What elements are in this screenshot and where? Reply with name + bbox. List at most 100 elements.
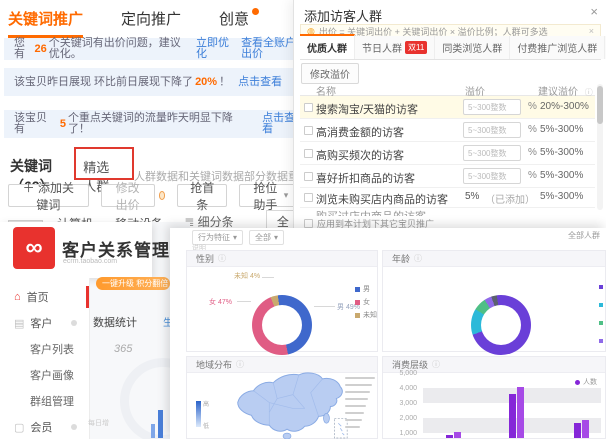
add-keyword-button[interactable]: ＋ 添加关键词 [8, 184, 89, 207]
crm-window: ∞ 客户关系管理 ecrm.taobao.com ⌂ 首页 ▤ 客户 客户列表 … [0, 222, 190, 439]
sidebar-item-group-management[interactable]: 群组管理 [0, 388, 89, 414]
mini-bar-fragment [151, 424, 155, 438]
grab-top-button[interactable]: 抢首条 [177, 184, 227, 207]
map-visualmap-gradient [196, 401, 201, 427]
tab-targeted-promotion[interactable]: 定向推广 [121, 8, 181, 29]
dialog-title: 添加访客人群 [304, 6, 382, 25]
customers-icon: ▤ [14, 317, 24, 330]
legend-entry[interactable]: 男 [355, 284, 377, 294]
audience-tabs: 优质人群 节日人群双11 同类浏览人群 付费推广浏览人群 天气人群 人口属性人群 [300, 42, 601, 60]
info-icon: ⓘ [218, 253, 226, 264]
caret-down-icon: ▾ [274, 233, 278, 242]
visualmap-high-label: 高 [203, 399, 209, 408]
legend-square-icon [599, 321, 603, 325]
tab-keyword-promotion[interactable]: 关键词推广 [8, 8, 83, 38]
screenshot-canvas: 关键词推广 定向推广 创意 您有26个关键词有出价问题，建议优化。 立即优化 查… [0, 0, 606, 439]
bar[interactable] [454, 432, 461, 439]
row-checkbox[interactable] [304, 126, 313, 135]
audience-row: 浏览未购买店内商品的访客 5% （已添加） 5%-300% [300, 188, 595, 208]
legend-entry[interactable]: 女 [355, 297, 377, 307]
optimize-now-link[interactable]: 立即优化 [196, 38, 233, 60]
row-checkbox[interactable] [304, 103, 313, 112]
legend-square-icon [355, 313, 360, 318]
add-visitor-audience-dialog: 添加访客人群 × ◍ 出价 = 关键词出价 + 关键词出价 × 溢价比例；人群可… [293, 0, 606, 230]
sidebar-item-members[interactable]: ▢ 会员 [0, 414, 89, 439]
row-checkbox[interactable] [304, 193, 313, 202]
china-map[interactable] [223, 369, 355, 439]
visualmap-low-label: 低 [203, 421, 209, 430]
click-to-view-link-1[interactable]: 点击查看 [238, 77, 282, 88]
leader-line [237, 301, 251, 302]
premium-input[interactable] [463, 122, 521, 138]
leader-line [262, 277, 274, 278]
age-card-title: 年龄 [392, 252, 410, 265]
bar[interactable] [509, 394, 516, 439]
crm-header: ∞ 客户关系管理 ecrm.taobao.com [0, 222, 152, 278]
legend-entry[interactable]: 未知 [355, 310, 377, 320]
audience-table-header: 名称 溢价 建议溢价 ⓘ [300, 82, 595, 96]
notice-impression-drop: 该宝贝昨日展现 环比前日展现下降了 20%！ 点击查看 [4, 68, 306, 96]
modify-bid-help-icon [159, 191, 166, 200]
province-list-line [345, 426, 360, 428]
province-list-line [345, 391, 370, 393]
premium-input[interactable] [463, 99, 521, 115]
upgrade-banner[interactable]: 一键升级 积分翻倍 [96, 277, 170, 290]
province-list-line [345, 405, 366, 407]
mini-bar-fragment [158, 410, 163, 438]
tab-creative[interactable]: 创意 [219, 8, 259, 29]
bar[interactable] [446, 435, 453, 439]
donut-label-unknown: 未知 4% [234, 271, 260, 281]
tab-paid-promo-browse-audience[interactable]: 付费推广浏览人群 [510, 36, 605, 59]
bar[interactable] [582, 420, 589, 439]
notice-traffic-drop: 该宝贝有 5 个重点关键词的流量昨天明显下降了！ 点击查看 [4, 110, 306, 138]
region-card: 地域分布 ⓘ 高 低 [186, 356, 378, 439]
legend-square-icon [355, 287, 360, 292]
consume-bars [383, 357, 606, 439]
bar[interactable] [517, 387, 524, 439]
legend-square-icon [355, 300, 360, 305]
bar[interactable] [574, 423, 581, 439]
formula-close-icon[interactable]: × [589, 26, 594, 36]
row-checkbox[interactable] [304, 172, 313, 181]
age-donut-chart[interactable] [471, 295, 531, 355]
premium-input[interactable] [463, 168, 521, 184]
province-list-line [345, 398, 368, 400]
legend-square-icon [599, 285, 603, 289]
dialog-scrollbar[interactable] [597, 84, 603, 210]
modify-bid-button[interactable]: 修改出价 [101, 184, 155, 207]
sidebar-item-customers[interactable]: ▤ 客户 [0, 310, 89, 336]
sidebar-item-home[interactable]: ⌂ 首页 [0, 284, 89, 310]
caret-down-icon: ▾ [284, 190, 289, 201]
gender-donut-chart[interactable] [252, 295, 312, 355]
audience-hint-text: 人群数据和关键词数据部分数据重合 [134, 168, 310, 184]
province-ranking-list [345, 377, 375, 433]
festival-badge: 双11 [405, 41, 427, 54]
audience-row: 购买过店内商品的访客 [300, 208, 595, 216]
checkbox-icon [304, 219, 313, 228]
age-card: 年龄 ⓘ [382, 250, 606, 352]
modify-premium-button[interactable]: 修改溢价 [301, 63, 359, 84]
sidebar-item-customer-list[interactable]: 客户列表 [0, 336, 89, 362]
sidebar-item-customer-profile[interactable]: 客户画像 [0, 362, 89, 388]
filter-dropdown-all[interactable]: 全部▾ [249, 230, 284, 245]
dashboard-window: 行为特征▾ 全部▾ 说明 全部人群 性别 ⓘ 男 49% 女 47% 未知 4%… [170, 228, 606, 439]
stats-title: 数据统计 [93, 314, 137, 330]
legend-square-icon [599, 339, 603, 343]
audience-row: 高购买频次的访客 % 5%-300% [300, 142, 595, 165]
province-list-line [345, 419, 362, 421]
donut-label-female: 女 47% [209, 297, 232, 307]
info-icon: ⓘ [414, 253, 422, 264]
row-checkbox[interactable] [304, 149, 313, 158]
province-list-line [345, 384, 372, 386]
crm-subtitle: ecrm.taobao.com [63, 258, 117, 265]
tab-similar-browse-audience[interactable]: 同类浏览人群 [435, 36, 510, 59]
crm-sidebar: ⌂ 首页 ▤ 客户 客户列表 客户画像 群组管理 ▢ 会员 [0, 278, 90, 439]
tab-festival-audience[interactable]: 节日人群双11 [355, 36, 435, 59]
premium-input[interactable] [463, 145, 521, 161]
dashboard-top-right-label[interactable]: 全部人群 [568, 230, 600, 241]
collapse-dot-icon [71, 424, 77, 430]
tab-premium-audience[interactable]: 优质人群 [300, 34, 355, 59]
dialog-close-icon[interactable]: × [590, 4, 598, 19]
crm-footnote: 每日增 [88, 418, 109, 428]
rank-helper-button[interactable]: 抢位助手 ▾ [239, 184, 299, 207]
